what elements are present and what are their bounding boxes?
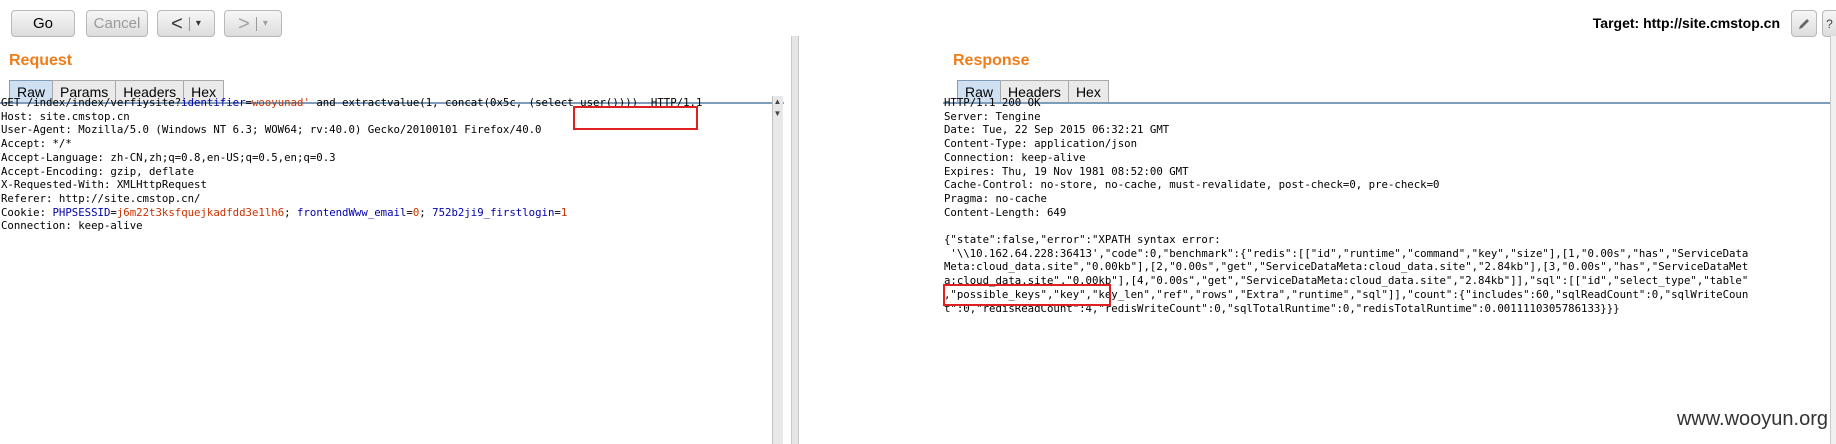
target-prefix: Target: — [1592, 15, 1640, 31]
header-line: Accept-Language: zh-CN,zh;q=0.8,en-US;q=… — [1, 150, 336, 164]
response-line: Content-Length: 649 — [944, 205, 1067, 219]
help-button[interactable]: ? — [1822, 10, 1836, 37]
body-line: Meta:cloud_data.site","0.00kb"],[2,"0.00… — [944, 260, 1749, 274]
target-label: Target: http://site.cmstop.cn — [1593, 15, 1780, 31]
forward-button[interactable]: > ▾ — [224, 10, 282, 37]
response-line: Date: Tue, 22 Sep 2015 06:32:21 GMT — [944, 123, 1170, 137]
response-title: Response — [953, 52, 1030, 69]
leaked-user: '\\10.162.64.228:36413' — [944, 246, 1099, 260]
header-line: User-Agent: Mozilla/5.0 (Windows NT 6.3;… — [1, 123, 542, 137]
watermark: www.wooyun.org — [1676, 408, 1828, 430]
response-line: Server: Tengine — [944, 109, 1041, 123]
request-title: Request — [9, 52, 73, 69]
body-line: '\\10.162.64.228:36413',"code":0,"benchm… — [944, 246, 1749, 260]
header-line: Accept: */* — [1, 137, 72, 151]
go-button[interactable]: Go — [11, 10, 75, 37]
response-line: Cache-Control: no-store, no-cache, must-… — [944, 178, 1440, 192]
right-scrollbar[interactable] — [1830, 36, 1836, 444]
edit-target-button[interactable] — [1791, 10, 1817, 37]
chevron-down-icon[interactable]: ▾ — [263, 18, 268, 29]
separator — [255, 16, 257, 31]
header-line: Host: site.cmstop.cn — [1, 109, 130, 123]
leak-highlight — [943, 284, 1111, 306]
header-line: Connection: keep-alive — [1, 219, 143, 233]
body-line: {"state":false,"error":"XPATH syntax err… — [944, 233, 1221, 247]
response-viewer[interactable]: HTTP/1.1 200 OK Server: Tengine Date: Tu… — [944, 96, 1748, 315]
request-scrollbar[interactable] — [772, 96, 783, 444]
response-line: Pragma: no-cache — [944, 191, 1047, 205]
back-arrow-icon: < — [171, 12, 183, 35]
scroll-up-icon[interactable]: ▲ — [772, 96, 783, 108]
toolbar: Go Cancel < ▾ > ▾ Target: http://site.cm… — [0, 0, 1836, 44]
pencil-icon — [1799, 18, 1809, 29]
separator — [188, 16, 190, 31]
response-line: Expires: Thu, 19 Nov 1981 08:52:00 GMT — [944, 164, 1189, 178]
header-line: Accept-Encoding: gzip, deflate — [1, 164, 195, 178]
header-line: Referer: http://site.cmstop.cn/ — [1, 191, 201, 205]
cookie-line: Cookie: PHPSESSID=j6m22t3ksfquejkadfdd3e… — [1, 205, 568, 219]
chevron-down-icon[interactable]: ▾ — [196, 18, 201, 29]
cancel-button[interactable]: Cancel — [86, 10, 148, 37]
help-icon: ? — [1826, 16, 1833, 31]
response-line: Connection: keep-alive — [944, 150, 1086, 164]
scroll-down-icon[interactable]: ▼ — [772, 108, 783, 120]
header-line: X-Requested-With: XMLHttpRequest — [1, 178, 207, 192]
target-url: http://site.cmstop.cn — [1643, 15, 1780, 31]
back-button[interactable]: < ▾ — [157, 10, 215, 37]
split-divider[interactable] — [791, 36, 799, 444]
response-line: HTTP/1.1 200 OK — [944, 96, 1041, 109]
forward-arrow-icon: > — [238, 12, 250, 35]
payload-highlight — [573, 106, 698, 130]
response-line: Content-Type: application/json — [944, 137, 1138, 151]
